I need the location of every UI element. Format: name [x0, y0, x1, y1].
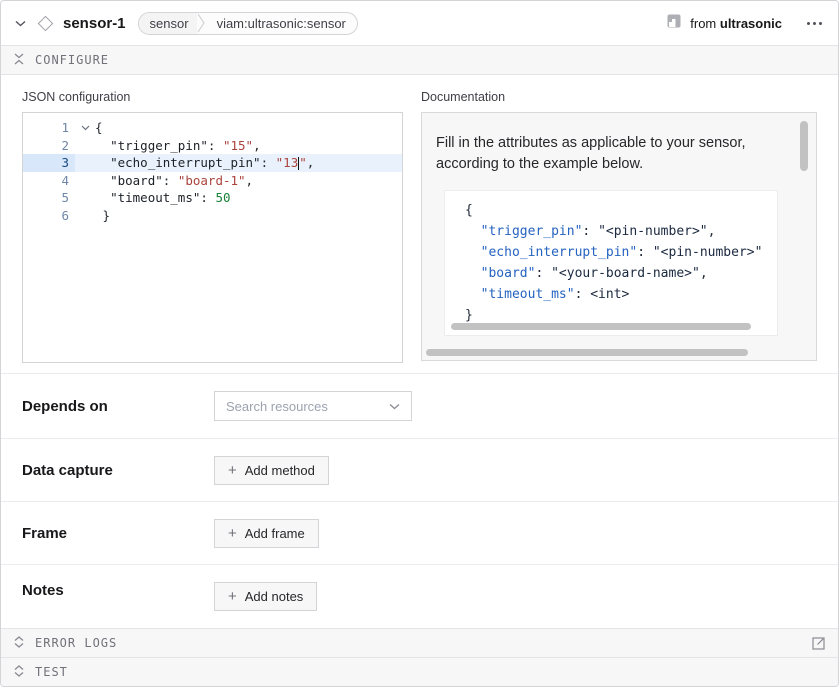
- line-number: 2: [23, 137, 75, 155]
- doc-panel-hscrollbar[interactable]: [426, 349, 748, 356]
- badge-model: viam:ultrasonic:sensor: [206, 13, 357, 34]
- test-label: TEST: [35, 665, 68, 679]
- editor-code-text: }: [95, 207, 110, 225]
- component-card: sensor-1 sensor viam:ultrasonic:sensor f…: [0, 0, 839, 687]
- add-frame-button-label: Add frame: [245, 526, 305, 541]
- plus-icon: +: [228, 526, 237, 541]
- editor-code-text: "board": "board-1",: [95, 172, 253, 190]
- fold-gutter: [75, 207, 95, 225]
- doc-code-line: "timeout_ms": <int>: [465, 284, 777, 305]
- documentation-label: Documentation: [421, 90, 817, 104]
- frame-row: Frame + Add frame: [1, 501, 838, 564]
- configure-section-bar[interactable]: CONFIGURE: [1, 46, 838, 75]
- module-icon: [667, 14, 681, 33]
- editor-line[interactable]: 2 "trigger_pin": "15",: [23, 137, 402, 155]
- data-capture-row: Data capture + Add method: [1, 438, 838, 501]
- add-method-button[interactable]: + Add method: [214, 456, 329, 485]
- editor-line[interactable]: 4 "board": "board-1",: [23, 172, 402, 190]
- json-config-editor[interactable]: 1{2 "trigger_pin": "15",3 "echo_interrup…: [22, 112, 403, 363]
- open-external-icon[interactable]: [812, 637, 825, 650]
- depends-on-row: Depends on Search resources: [1, 373, 838, 438]
- doc-code-line: "board": "<your-board-name>",: [465, 263, 777, 284]
- module-name: ultrasonic: [720, 16, 782, 31]
- component-diamond-icon: [38, 15, 54, 31]
- editor-code-text: "trigger_pin": "15",: [95, 137, 261, 155]
- badge-separator-icon: [197, 13, 206, 34]
- fold-gutter: [75, 137, 95, 155]
- error-logs-section-bar[interactable]: ERROR LOGS: [1, 628, 838, 657]
- line-number: 4: [23, 172, 75, 190]
- editor-line[interactable]: 5 "timeout_ms": 50: [23, 189, 402, 207]
- frame-label: Frame: [22, 525, 214, 542]
- doc-panel-vscrollbar[interactable]: [800, 121, 808, 171]
- more-menu-icon[interactable]: [805, 16, 824, 31]
- fold-gutter: [75, 189, 95, 207]
- test-section-bar[interactable]: TEST: [1, 657, 838, 686]
- component-header: sensor-1 sensor viam:ultrasonic:sensor f…: [1, 1, 838, 46]
- editor-line[interactable]: 6 }: [23, 207, 402, 225]
- line-number: 3: [23, 154, 75, 172]
- chevron-down-icon: [389, 403, 400, 410]
- editor-code-text: "echo_interrupt_pin": "13",: [95, 154, 314, 172]
- collapse-chevron-icon[interactable]: [15, 20, 26, 27]
- line-number: 6: [23, 207, 75, 225]
- depends-on-select[interactable]: Search resources: [214, 391, 412, 421]
- add-notes-button[interactable]: + Add notes: [214, 582, 317, 611]
- editor-line[interactable]: 1{: [23, 119, 402, 137]
- doc-code-hscrollbar[interactable]: [451, 323, 751, 330]
- notes-label: Notes: [22, 582, 214, 599]
- doc-code-line: "trigger_pin": "<pin-number>",: [465, 221, 777, 242]
- configure-body: JSON configuration 1{2 "trigger_pin": "1…: [1, 75, 838, 373]
- plus-icon: +: [228, 463, 237, 478]
- from-label: from: [690, 16, 716, 31]
- configure-section-label: CONFIGURE: [35, 53, 109, 67]
- documentation-intro: Fill in the attributes as applicable to …: [436, 133, 781, 175]
- fold-chevron-icon[interactable]: [75, 119, 95, 137]
- component-type-badge: sensor viam:ultrasonic:sensor: [138, 12, 358, 35]
- notes-row: Notes + Add notes: [1, 564, 838, 628]
- line-number: 1: [23, 119, 75, 137]
- fold-gutter: [75, 172, 95, 190]
- editor-code-text: {: [95, 119, 103, 137]
- add-notes-button-label: Add notes: [245, 589, 304, 604]
- editor-line[interactable]: 3 "echo_interrupt_pin": "13",: [23, 154, 402, 172]
- add-frame-button[interactable]: + Add frame: [214, 519, 319, 548]
- data-capture-label: Data capture: [22, 462, 214, 479]
- collapse-section-icon: [14, 53, 24, 68]
- fold-gutter: [75, 154, 95, 172]
- component-name: sensor-1: [63, 15, 126, 32]
- add-method-button-label: Add method: [245, 463, 315, 478]
- module-source: from ultrasonic: [690, 16, 782, 31]
- documentation-panel: Fill in the attributes as applicable to …: [421, 112, 817, 361]
- editor-code-text: "timeout_ms": 50: [95, 189, 231, 207]
- documentation-code-example: { "trigger_pin": "<pin-number>", "echo_i…: [444, 190, 778, 336]
- doc-code-line: "echo_interrupt_pin": "<pin-number>": [465, 242, 777, 263]
- badge-type: sensor: [139, 13, 197, 34]
- depends-on-label: Depends on: [22, 398, 214, 415]
- error-logs-label: ERROR LOGS: [35, 636, 117, 650]
- line-number: 5: [23, 189, 75, 207]
- doc-code-line: {: [465, 200, 777, 221]
- plus-icon: +: [228, 589, 237, 604]
- expand-section-icon: [14, 665, 24, 680]
- expand-section-icon: [14, 636, 24, 651]
- json-config-label: JSON configuration: [22, 90, 403, 104]
- depends-on-placeholder: Search resources: [226, 399, 328, 414]
